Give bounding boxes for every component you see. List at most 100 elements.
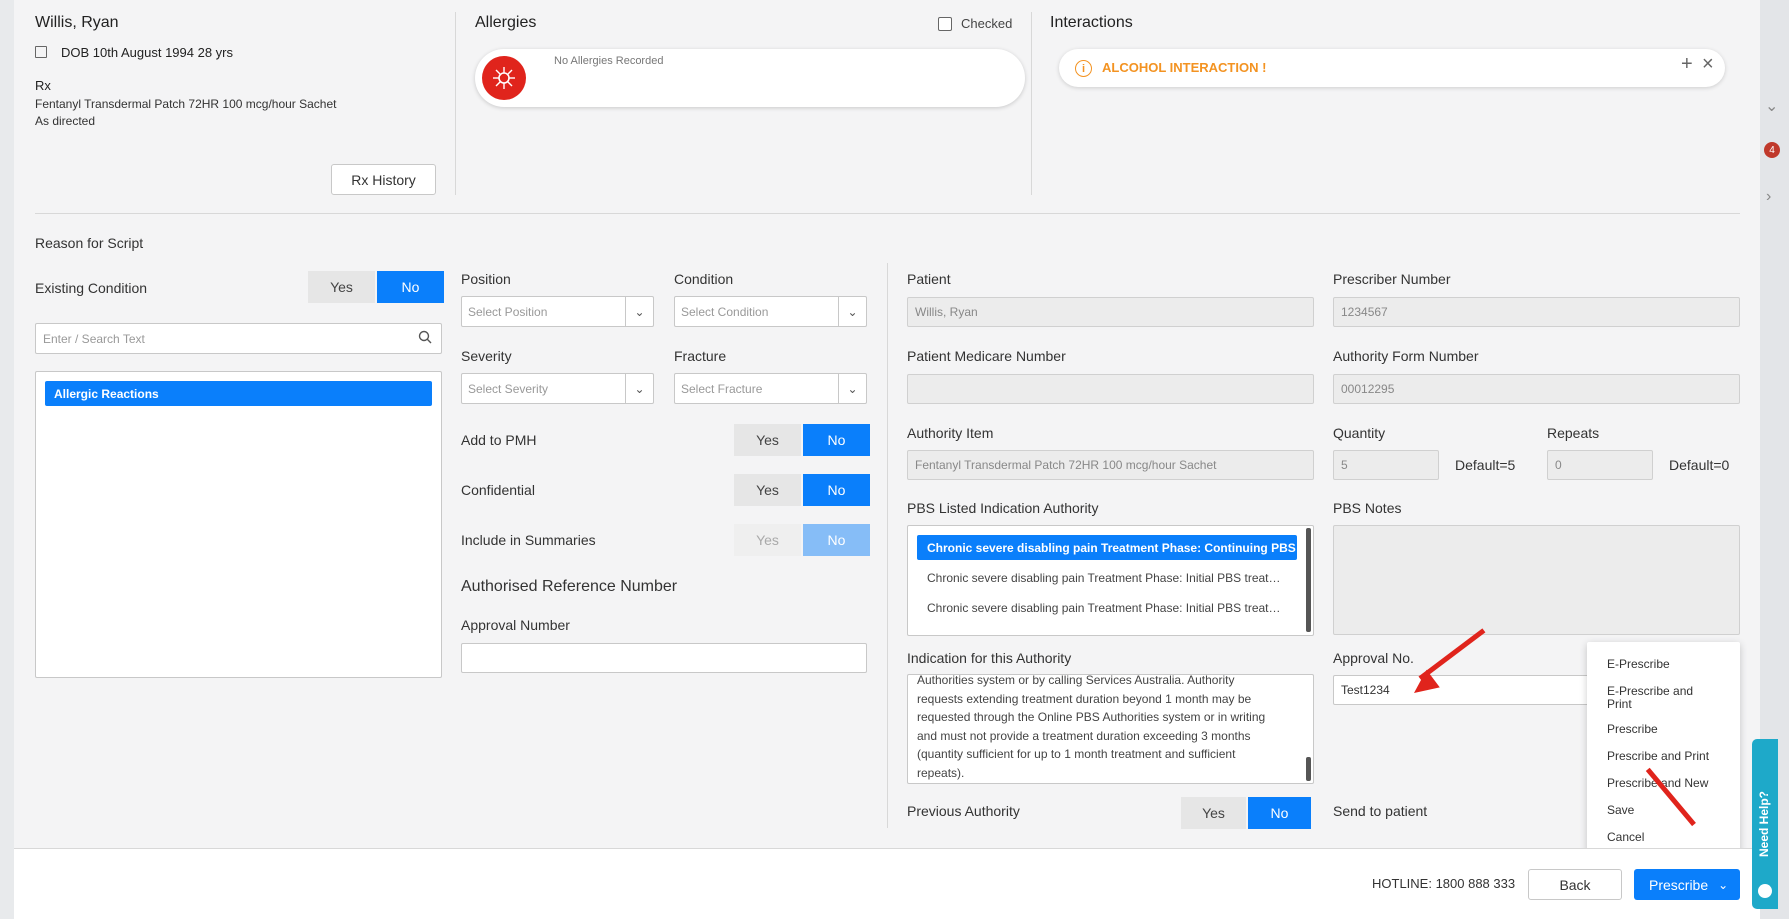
list-item: Chronic severe disabling pain Treatment … [927, 541, 1308, 555]
reason-title: Reason for Script [35, 235, 144, 251]
no-button[interactable]: No [803, 524, 870, 556]
chevron-icon: ⌄ [1765, 98, 1779, 115]
patient-label: Patient [907, 271, 951, 287]
rx-directions: As directed [35, 114, 96, 128]
prescriber-number-field: 1234567 [1333, 297, 1740, 327]
indication-line: Authorities system or by calling Service… [917, 674, 1235, 687]
authority-item-label: Authority Item [907, 425, 994, 441]
close-icon[interactable]: × [1702, 53, 1714, 76]
quantity-default: Default=5 [1455, 457, 1516, 473]
pbs-notes-field[interactable] [1333, 525, 1740, 635]
yes-button[interactable]: Yes [1181, 797, 1246, 829]
divider [1031, 12, 1032, 195]
allergen-icon [482, 56, 526, 100]
calendar-icon [35, 46, 47, 58]
authorised-ref-title: Authorised Reference Number [461, 578, 678, 595]
add-icon[interactable]: + [1681, 53, 1693, 76]
approval-number-input[interactable] [461, 643, 867, 673]
indication-line: requests extending treatment duration be… [917, 691, 1252, 706]
existing-condition-toggle: Yes No [308, 271, 444, 303]
existing-condition-label: Existing Condition [35, 280, 148, 296]
pbs-indication-list: Chronic severe disabling pain Treatment … [907, 525, 1314, 636]
interaction-alert-text: ALCOHOL INTERACTION ! [1102, 60, 1267, 75]
interaction-alert[interactable]: i ALCOHOL INTERACTION ! + × [1059, 49, 1725, 87]
quantity-label: Quantity [1333, 425, 1386, 441]
pbs-notes-label: PBS Notes [1333, 500, 1402, 516]
indication-line: requested through the Online PBS Authori… [917, 710, 1266, 724]
severity-select[interactable]: Select Severity ⌄ [461, 373, 654, 404]
indication-text[interactable]: Authorities system or by calling Service… [907, 674, 1314, 784]
list-item[interactable]: Allergic Reactions [45, 381, 432, 406]
patient-field: Willis, Ryan [907, 297, 1314, 327]
no-button[interactable]: No [377, 271, 444, 303]
menu-item-prescribe-and-print[interactable]: Prescribe and Print [1607, 750, 1709, 763]
rx-history-button[interactable]: Rx History [331, 164, 436, 195]
condition-select[interactable]: Select Condition ⌄ [674, 296, 867, 327]
confidential-toggle: Yes No [734, 474, 870, 506]
chevron-down-icon: ⌄ [625, 297, 653, 326]
repeats-field[interactable]: 0 [1547, 450, 1653, 480]
scrollbar[interactable] [1306, 528, 1311, 632]
indication-line: repeats). [917, 765, 965, 780]
no-button[interactable]: No [1248, 797, 1311, 829]
rx-label: Rx [35, 78, 51, 93]
hotline-text: HOTLINE: 1800 888 333 [1372, 876, 1516, 891]
fracture-select[interactable]: Select Fracture ⌄ [674, 373, 867, 404]
chevron-down-icon: ⌄ [1718, 877, 1729, 892]
list-item[interactable]: Chronic severe disabling pain Treatment … [927, 571, 1281, 585]
menu-item-cancel[interactable]: Cancel [1607, 831, 1644, 844]
fracture-placeholder: Select Fracture [681, 381, 763, 396]
checked-checkbox[interactable] [938, 17, 952, 31]
fracture-label: Fracture [674, 348, 727, 364]
yes-button[interactable]: Yes [734, 474, 801, 506]
yes-button[interactable]: Yes [734, 524, 801, 556]
authority-form-label: Authority Form Number [1333, 348, 1479, 364]
repeats-default: Default=0 [1669, 457, 1730, 473]
patient-name: Willis, Ryan [35, 14, 119, 31]
approval-no-input[interactable]: Test1234 [1333, 675, 1603, 705]
send-to-patient-label: Send to patient [1333, 803, 1428, 819]
no-button[interactable]: No [803, 424, 870, 456]
yes-button[interactable]: Yes [734, 424, 801, 456]
menu-item-prescribe[interactable]: Prescribe [1607, 723, 1658, 736]
confidential-label: Confidential [461, 482, 535, 498]
position-placeholder: Select Position [468, 304, 548, 319]
back-button[interactable]: Back [1528, 869, 1622, 900]
approval-no-label: Approval No. [1333, 650, 1414, 666]
position-label: Position [461, 271, 511, 287]
previous-authority-label: Previous Authority [907, 803, 1020, 819]
prescribe-button[interactable]: Prescribe ⌄ [1634, 869, 1740, 900]
medicare-label: Patient Medicare Number [907, 348, 1066, 364]
previous-authority-toggle: Yes No [1181, 797, 1311, 829]
authority-item-field: Fentanyl Transdermal Patch 72HR 100 mcg/… [907, 450, 1314, 480]
prescribe-label: Prescribe [1649, 876, 1709, 893]
no-button[interactable]: No [803, 474, 870, 506]
indication-label: Indication for this Authority [907, 650, 1072, 666]
include-summaries-label: Include in Summaries [461, 532, 596, 548]
menu-item-e-prescribe[interactable]: E-Prescribe [1607, 658, 1670, 671]
patient-dob: DOB 10th August 1994 28 yrs [61, 45, 233, 60]
yes-button[interactable]: Yes [308, 271, 375, 303]
approval-number-label: Approval Number [461, 617, 570, 633]
need-help-tab[interactable]: Need Help? [1752, 739, 1778, 909]
condition-list: Allergic Reactions [35, 371, 442, 678]
quantity-field[interactable]: 5 [1333, 450, 1439, 480]
chevron-down-icon: ⌄ [625, 374, 653, 403]
list-item[interactable]: Chronic severe disabling pain Treatment … [927, 601, 1281, 615]
chevron-down-icon: ⌄ [838, 374, 866, 403]
position-select[interactable]: Select Position ⌄ [461, 296, 654, 327]
interactions-title: Interactions [1050, 14, 1133, 31]
search-icon[interactable] [418, 330, 432, 344]
menu-item-e-prescribe-and-print[interactable]: E-Prescribe and Print [1607, 685, 1707, 711]
search-input[interactable]: Enter / Search Text [35, 323, 442, 354]
menu-item-save[interactable]: Save [1607, 804, 1634, 817]
scrollbar[interactable] [1306, 757, 1311, 781]
modal-footer: HOTLINE: 1800 888 333 Back Prescribe ⌄ [14, 848, 1760, 919]
severity-placeholder: Select Severity [468, 381, 549, 396]
background-left [0, 0, 14, 919]
need-help-label: Need Help? [1757, 790, 1771, 857]
medicare-field [907, 374, 1314, 404]
notification-badge-icon: 4 [1764, 142, 1780, 158]
condition-placeholder: Select Condition [681, 304, 769, 319]
add-to-pmh-label: Add to PMH [461, 432, 537, 448]
